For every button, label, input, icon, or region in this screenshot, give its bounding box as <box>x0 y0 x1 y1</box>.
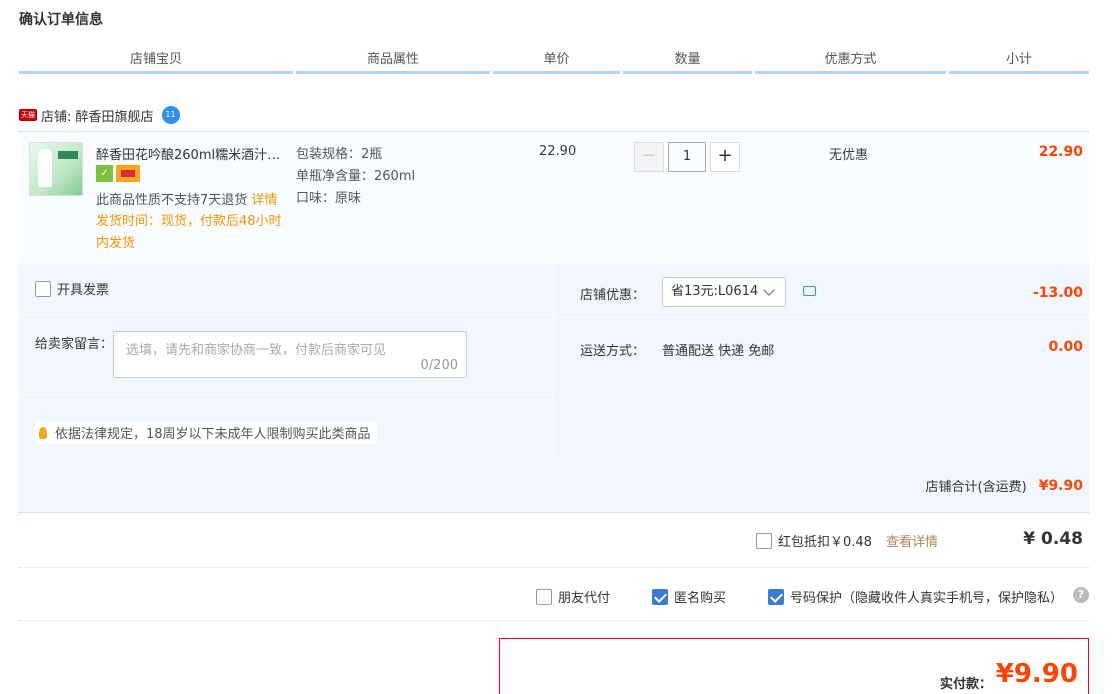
order-options: 开具发票 给卖家留言： 选填，请先和商家协商一致，付款后商家可见 0/200 依… <box>19 263 1089 513</box>
product-title[interactable]: 醉香田花吟酿260ml糯米酒汁桂花酒 <box>96 144 291 163</box>
chat-icon[interactable]: 11 <box>161 106 180 124</box>
redpack-group[interactable]: 红包抵扣￥0.48 查看详情 <box>756 531 938 550</box>
friend-pay-label: 朋友代付 <box>558 591 611 606</box>
quantity-input[interactable]: 1 <box>668 142 706 172</box>
bulb-icon <box>39 426 47 439</box>
redpack-label: 红包抵扣￥0.48 <box>778 535 872 550</box>
redpack-checkbox[interactable] <box>756 532 772 549</box>
redpack-row: 红包抵扣￥0.48 查看详情 ¥ 0.48 <box>19 514 1089 568</box>
redpack-details-link[interactable]: 查看详情 <box>886 531 938 550</box>
service-icons: ✓ <box>96 165 140 182</box>
label-image <box>58 151 78 159</box>
attr-volume: 单瓶净含量：260ml <box>296 169 416 184</box>
attr-flavor: 口味：原味 <box>296 191 362 206</box>
bottle-image <box>38 149 52 187</box>
shop-total: 店铺合计(含运费) ¥9.90 <box>925 476 1083 496</box>
anonymous-option[interactable]: 匿名购买 <box>652 587 726 606</box>
shop-discount-row: 店铺优惠： 省13元:L0614 -13.00 <box>554 263 1089 318</box>
coupon-select[interactable]: 省13元:L0614 <box>662 277 786 307</box>
help-icon[interactable]: ? <box>1073 587 1089 603</box>
attr-package: 包装规格：2瓶 <box>296 147 383 162</box>
guarantee-icon[interactable]: ✓ <box>96 165 113 182</box>
message-label: 给卖家留言： <box>35 337 114 352</box>
number-protect-option[interactable]: 号码保护（隐藏收件人真实手机号，保护隐私） <box>768 587 1063 606</box>
shipping-label: 运送方式： <box>580 344 646 359</box>
law-notice-text: 依据法律规定，18周岁以下未成年人限制购买此类商品 <box>55 427 371 442</box>
return-policy-note: 此商品性质不支持7天退货 详情 <box>96 189 277 208</box>
anonymous-label: 匿名购买 <box>674 591 727 606</box>
shop-row: 天猫 店铺: 醉香田旗舰店 11 <box>19 104 180 126</box>
decrease-button[interactable]: − <box>634 142 664 172</box>
shop-total-label: 店铺合计(含运费) <box>925 480 1027 495</box>
unit-price: 22.90 <box>539 144 577 159</box>
message-placeholder: 选填，请先和商家协商一致，付款后商家可见 <box>126 343 387 358</box>
return-policy-link[interactable]: 详情 <box>251 193 277 208</box>
invoice-checkbox-group[interactable]: 开具发票 <box>35 279 109 298</box>
product-thumbnail[interactable] <box>29 142 83 196</box>
law-row: 依据法律规定，18周岁以下未成年人限制购买此类商品 <box>19 395 553 457</box>
shipping-value: 0.00 <box>1048 339 1083 355</box>
friend-pay-checkbox[interactable] <box>536 588 552 605</box>
order-item: 醉香田花吟酿260ml糯米酒汁桂花酒 ✓ 此商品性质不支持7天退货 详情 发货时… <box>19 131 1089 263</box>
anonymous-checkbox[interactable] <box>652 588 668 605</box>
extra-options-row: 朋友代付 匿名购买 号码保护（隐藏收件人真实手机号，保护隐私） ? <box>19 569 1089 621</box>
column-header-shop-item: 店铺宝贝 <box>19 50 293 74</box>
message-row: 给卖家留言： 选填，请先和商家协商一致，付款后商家可见 0/200 <box>19 315 553 395</box>
options-left: 开具发票 给卖家留言： 选填，请先和商家协商一致，付款后商家可见 0/200 依… <box>19 263 553 457</box>
options-right: 店铺优惠： 省13元:L0614 -13.00 运送方式： 普通配送 快递 免邮… <box>554 263 1089 457</box>
law-notice: 依据法律规定，18周岁以下未成年人限制购买此类商品 <box>35 421 377 444</box>
payment-box: 实付款： ¥9.90 <box>499 638 1089 694</box>
column-header-promotion: 优惠方式 <box>755 50 946 74</box>
return-policy-text: 此商品性质不支持7天退货 <box>96 193 248 208</box>
column-header-quantity: 数量 <box>623 50 752 74</box>
shipping-method: 普通配送 快递 免邮 <box>662 344 775 359</box>
tmall-icon: 天猫 <box>19 109 37 121</box>
message-icon[interactable] <box>803 286 816 296</box>
invoice-row: 开具发票 <box>19 263 553 315</box>
invoice-checkbox[interactable] <box>35 280 51 297</box>
coupon-selected-value: 省13元:L0614 <box>671 284 759 299</box>
column-header-unit-price: 单价 <box>493 50 620 74</box>
shop-discount-label: 店铺优惠： <box>580 288 646 303</box>
seller-message-input[interactable]: 选填，请先和商家协商一致，付款后商家可见 0/200 <box>113 331 467 378</box>
shop-total-value: ¥9.90 <box>1038 477 1083 494</box>
chevron-down-icon <box>763 284 775 296</box>
table-header: 店铺宝贝 商品属性 单价 数量 优惠方式 小计 <box>19 50 1089 74</box>
column-header-subtotal: 小计 <box>949 50 1089 74</box>
friend-pay-option[interactable]: 朋友代付 <box>536 587 610 606</box>
payment-value: ¥9.90 <box>995 659 1078 689</box>
number-protect-checkbox[interactable] <box>768 588 784 605</box>
credit-card-icon[interactable] <box>116 165 140 182</box>
ship-time: 发货时间：现货，付款后48小时内发货 <box>96 214 282 251</box>
shop-name[interactable]: 店铺: 醉香田旗舰店 <box>41 106 154 125</box>
page-title: 确认订单信息 <box>19 12 103 28</box>
number-protect-label: 号码保护（隐藏收件人真实手机号，保护隐私） <box>790 591 1064 606</box>
shop-discount-value: -13.00 <box>1032 285 1083 301</box>
item-subtotal: 22.90 <box>1038 144 1083 160</box>
column-header-attributes: 商品属性 <box>296 50 490 74</box>
increase-button[interactable]: + <box>710 142 740 172</box>
quantity-stepper: − 1 + <box>634 142 740 172</box>
product-attributes: 包装规格：2瓶 单瓶净含量：260ml 口味：原味 <box>296 144 415 210</box>
payment-label: 实付款： <box>939 677 992 692</box>
promotion-text: 无优惠 <box>829 148 869 163</box>
message-char-count: 0/200 <box>420 358 458 373</box>
redpack-value: ¥ 0.48 <box>1023 529 1083 549</box>
invoice-label: 开具发票 <box>57 283 110 298</box>
